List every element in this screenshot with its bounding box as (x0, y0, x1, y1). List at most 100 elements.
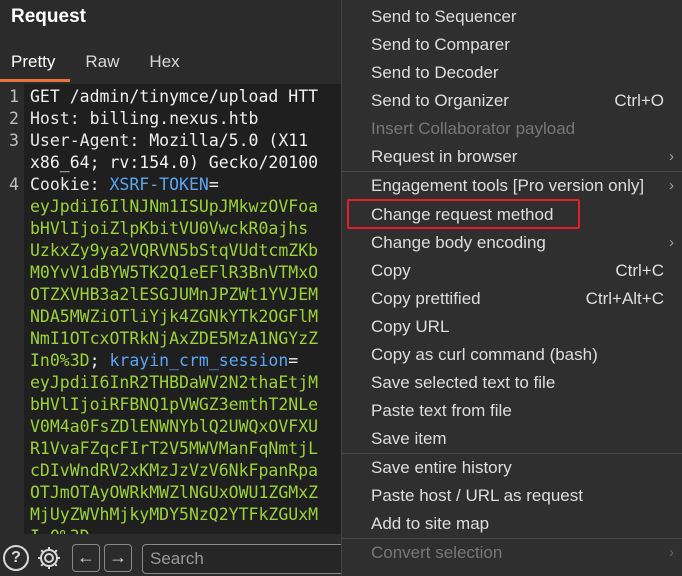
code-line: R1VvaFZqcFIrT2V5MWVManFqNmtjL (0, 438, 318, 460)
menu-item-insert-collaborator-payload: Insert Collaborator payload (342, 115, 682, 143)
code-line: 3 User-Agent: Mozilla/5.0 (X11 (0, 130, 308, 152)
code-token: cDIvWndRV2xKMzJzVzV6NkFpanRpa (30, 461, 319, 480)
code-line: M0YvV1dBYW5TK2Q1eEFlR3BnVTMxO (0, 262, 318, 284)
code-line: V0M4a0FsZDlENWNYblQ2UWQxOVFXU (0, 416, 318, 438)
menu-item-request-in-browser[interactable]: Request in browser › (342, 143, 682, 171)
menu-item-copy[interactable]: Copy Ctrl+C (342, 257, 682, 285)
code-line: bHVlIjoiZlpKbitVU0VwckR0ajhs (0, 218, 308, 240)
line-text: I 0%3D (30, 526, 90, 534)
line-text: x86_64; rv:154.0) Gecko/20100 (30, 152, 318, 174)
menu-item-label: Copy as curl command (bash) (371, 345, 598, 364)
menu-item-copy-prettified[interactable]: Copy prettified Ctrl+Alt+C (342, 285, 682, 313)
menu-item-copy-as-curl-command-bash[interactable]: Copy as curl command (bash) (342, 341, 682, 369)
menu-item-label: Copy URL (371, 317, 450, 336)
code-token: : (89, 175, 110, 194)
line-text: eyJpdiI6IlNJNm1ISUpJMkwzOVFoa (30, 196, 318, 218)
code-token: = (208, 175, 219, 194)
code-line: In0%3D; krayin_crm_session= (0, 350, 298, 372)
menu-item-label: Request in browser (371, 147, 518, 166)
menu-item-label: Send to Organizer (371, 91, 509, 110)
line-text: OTZXVHB3a2lESGJUMnJPZWt1YVJEM (30, 284, 318, 306)
help-icon[interactable]: ? (3, 545, 29, 571)
code-token: NDA5MWZiOTliYjk4ZGNkYTk2OGFlM (30, 307, 319, 326)
line-text: V0M4a0FsZDlENWNYblQ2UWQxOVFXU (30, 416, 318, 438)
code-token: OTJmOTAyOWRkMWZlNGUxOWU1ZGMxZ (30, 483, 319, 502)
menu-item-shortcut: Ctrl+C (615, 261, 664, 280)
line-text: NmI1OTcxOTRkNjAxZDE5MzA1NGYzZ (30, 328, 318, 350)
line-text: bHVlIjoiZlpKbitVU0VwckR0ajhs (30, 218, 308, 240)
line-text: R1VvaFZqcFIrT2V5MWVManFqNmtjL (30, 438, 318, 460)
menu-item-label: Save selected text to file (371, 373, 556, 392)
menu-item-shortcut: Ctrl+O (614, 91, 664, 110)
menu-item-label: Engagement tools [Pro version only] (371, 176, 645, 195)
menu-item-send-to-sequencer[interactable]: Send to Sequencer (342, 3, 682, 31)
menu-item-paste-host-url-as-request[interactable]: Paste host / URL as request (342, 482, 682, 510)
code-token: UzkxZy9ya2VQRVN5bStqVUdtcmZKb (30, 241, 319, 260)
code-token: eyJpdiI6InR2THBDaWV2N2thaEtjM (30, 373, 319, 392)
chevron-right-icon: › (669, 544, 674, 561)
line-number: 4 (9, 175, 19, 194)
menu-item-label: Send to Sequencer (371, 7, 517, 26)
line-text: UzkxZy9ya2VQRVN5bStqVUdtcmZKb (30, 240, 318, 262)
menu-item-label: Send to Comparer (371, 35, 510, 54)
code-line: OTZXVHB3a2lESGJUMnJPZWt1YVJEM (0, 284, 318, 306)
menu-item-label: Paste host / URL as request (371, 486, 583, 505)
code-token: eyJpdiI6IlNJNm1ISUpJMkwzOVFoa (30, 197, 319, 216)
code-line: 1 GET /admin/tinymce/upload HTT (0, 86, 318, 108)
menu-item-send-to-organizer[interactable]: Send to Organizer Ctrl+O (342, 87, 682, 115)
code-line: UzkxZy9ya2VQRVN5bStqVUdtcmZKb (0, 240, 318, 262)
menu-item-paste-text-from-file[interactable]: Paste text from file (342, 397, 682, 425)
code-line: NmI1OTcxOTRkNjAxZDE5MzA1NGYzZ (0, 328, 318, 350)
settings-gear-icon[interactable] (35, 544, 63, 572)
code-line: NDA5MWZiOTliYjk4ZGNkYTk2OGFlM (0, 306, 318, 328)
menu-item-save-entire-history[interactable]: Save entire history (342, 454, 682, 482)
code-line: eyJpdiI6InR2THBDaWV2N2thaEtjM (0, 372, 318, 394)
tab-hex[interactable]: Hex (134, 48, 193, 82)
code-token: In0%3D (30, 351, 90, 370)
previous-arrow-icon[interactable]: ← (72, 544, 100, 572)
tab-pretty[interactable]: Pretty (0, 48, 71, 82)
menu-item-engagement-tools-pro-version-only[interactable]: Engagement tools [Pro version only] › (342, 172, 682, 200)
code-token: User-Agent (30, 131, 130, 150)
menu-item-label: Copy (371, 261, 411, 280)
menu-item-send-to-comparer[interactable]: Send to Comparer (342, 31, 682, 59)
code-token: M0YvV1dBYW5TK2Q1eEFlR3BnVTMxO (30, 263, 319, 282)
code-token: XSRF-TOKEN (109, 175, 209, 194)
menu-item-label: Change request method (371, 205, 554, 224)
line-text: Cookie: XSRF-TOKEN= (30, 174, 219, 196)
next-arrow-icon[interactable]: → (104, 544, 132, 572)
code-line: 4 Cookie: XSRF-TOKEN= (0, 174, 219, 196)
menu-item-change-request-method[interactable]: Change request method (342, 201, 682, 229)
menu-item-label: Change body encoding (371, 233, 546, 252)
line-text: M0YvV1dBYW5TK2Q1eEFlR3BnVTMxO (30, 262, 318, 284)
menu-item-send-to-decoder[interactable]: Send to Decoder (342, 59, 682, 87)
code-token: bHVlIjoiZlpKbitVU0VwckR0ajhs (30, 219, 309, 238)
line-number: 1 (9, 87, 19, 106)
code-line: OTJmOTAyOWRkMWZlNGUxOWU1ZGMxZ (0, 482, 318, 504)
code-token: : billing.nexus.htb (69, 109, 259, 128)
code-line: bHVlIjoiRFBNQ1pVWGZ3emthT2NLe (0, 394, 318, 416)
line-text: Host: billing.nexus.htb (30, 108, 259, 130)
menu-item-shortcut: Ctrl+Alt+C (585, 289, 664, 308)
code-token: MjUyZWVhMjkyMDY5NzQ2YTFkZGUxM (30, 505, 319, 524)
chevron-right-icon: › (669, 177, 674, 194)
code-token: ; (89, 351, 110, 370)
code-line: x86_64; rv:154.0) Gecko/20100 (0, 152, 318, 174)
context-menu: Send to Sequencer Send to Comparer Send to… (341, 0, 682, 576)
menu-item-save-item[interactable]: Save item (342, 425, 682, 453)
menu-item-copy-url[interactable]: Copy URL (342, 313, 682, 341)
menu-item-convert-selection: Convert selection › (342, 539, 682, 567)
menu-item-label: Save item (371, 429, 447, 448)
line-number: 3 (9, 131, 19, 150)
line-text: eyJpdiI6InR2THBDaWV2N2thaEtjM (30, 372, 318, 394)
menu-item-label: Send to Decoder (371, 63, 499, 82)
code-line: cDIvWndRV2xKMzJzVzV6NkFpanRpa (0, 460, 318, 482)
code-token: GET /admin/tinymce/upload HTT (30, 87, 319, 106)
chevron-right-icon: › (669, 148, 674, 165)
tab-raw[interactable]: Raw (70, 48, 134, 82)
code-token: OTZXVHB3a2lESGJUMnJPZWt1YVJEM (30, 285, 319, 304)
line-text: OTJmOTAyOWRkMWZlNGUxOWU1ZGMxZ (30, 482, 318, 504)
menu-item-change-body-encoding[interactable]: Change body encoding › (342, 229, 682, 257)
menu-item-add-to-site-map[interactable]: Add to site map (342, 510, 682, 538)
menu-item-save-selected-text-to-file[interactable]: Save selected text to file (342, 369, 682, 397)
